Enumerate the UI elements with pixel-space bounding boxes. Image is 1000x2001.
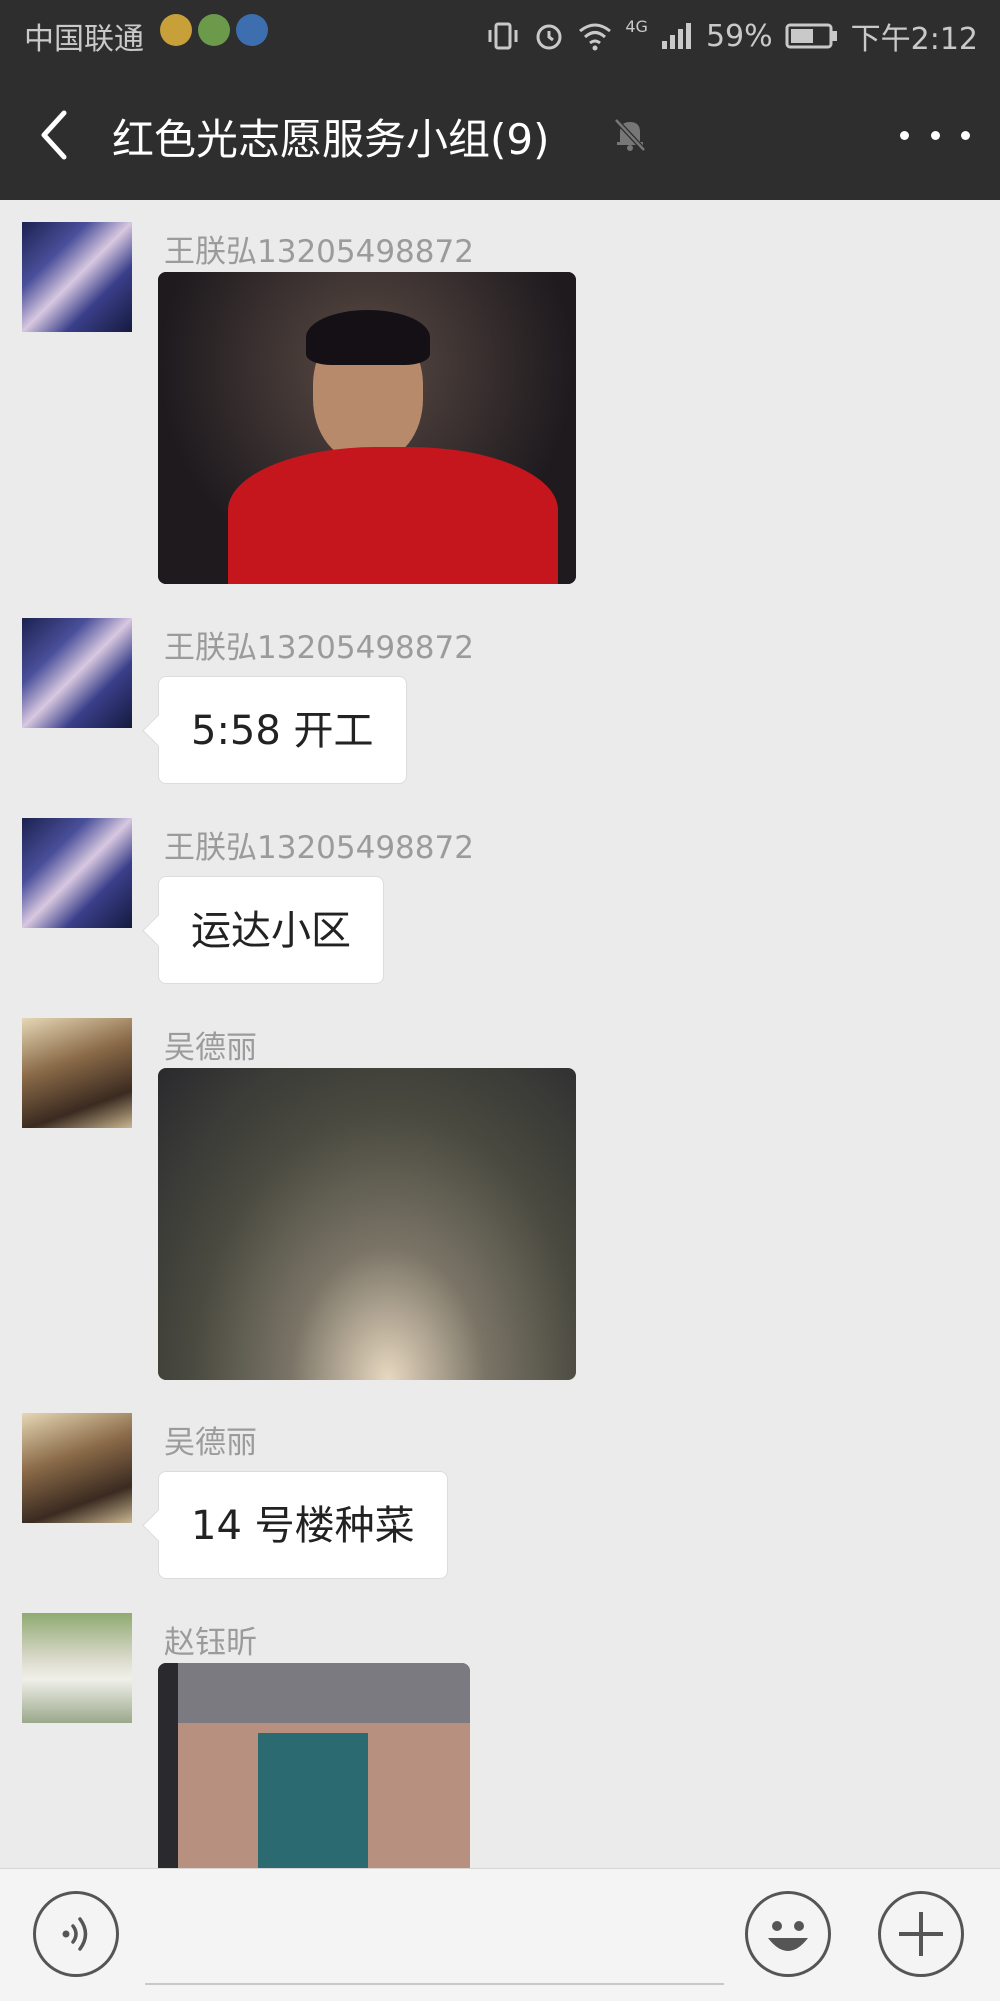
input-bar: [0, 1868, 1000, 2001]
chat-header: 红色光志愿服务小组(9): [0, 70, 1000, 200]
avatar[interactable]: [22, 1613, 132, 1723]
dot-icon: [900, 130, 909, 140]
message-notification-icon: [236, 14, 268, 46]
carrier-name: 中国联通: [24, 22, 144, 57]
vibrate-icon: [488, 22, 518, 50]
avatar[interactable]: [22, 818, 132, 928]
dot-icon: [961, 130, 970, 140]
more-functions-button[interactable]: [878, 1891, 964, 1977]
emoji-button[interactable]: [745, 1891, 831, 1977]
voice-input-button[interactable]: [33, 1891, 119, 1977]
message-photo[interactable]: [158, 272, 576, 584]
avatar[interactable]: [22, 222, 132, 332]
message-photo[interactable]: [158, 1068, 576, 1380]
mail-notification-icon: [160, 14, 192, 46]
status-bar: 中国联通 4G 59% 下午2:12: [0, 0, 1000, 70]
chevron-left-icon: [41, 110, 67, 160]
battery-percent: 59%: [705, 18, 773, 54]
sender-name: 吴德丽: [164, 1030, 257, 1066]
emoji-icon: [768, 1921, 808, 1951]
signal-icon: [661, 23, 691, 49]
avatar[interactable]: [22, 618, 132, 728]
plus-icon: [899, 1912, 943, 1956]
clock: 下午2:12: [850, 22, 978, 57]
alarm-icon: [536, 24, 562, 50]
avatar[interactable]: [22, 1413, 132, 1523]
battery-icon: [785, 23, 837, 49]
message-bubble[interactable]: 运达小区: [158, 876, 384, 984]
back-button[interactable]: [30, 105, 82, 165]
more-options-button[interactable]: [900, 110, 970, 160]
notification-icons: [160, 14, 268, 46]
message-bubble[interactable]: 14 号楼种菜: [158, 1471, 448, 1579]
network-type: 4G: [625, 16, 648, 36]
chat-title: 红色光志愿服务小组(9): [112, 115, 550, 164]
message-bubble[interactable]: 5:58 开工: [158, 676, 407, 784]
sender-name: 王朕弘13205498872: [164, 234, 474, 270]
app-notification-icon: [198, 14, 230, 46]
sender-name: 王朕弘13205498872: [164, 630, 474, 666]
sender-name: 王朕弘13205498872: [164, 830, 474, 866]
message-photo[interactable]: [158, 1663, 470, 1868]
sender-name: 吴德丽: [164, 1425, 257, 1461]
dot-icon: [930, 130, 940, 140]
sender-name: 赵钰昕: [164, 1625, 257, 1661]
wifi-icon: [579, 23, 612, 51]
voice-icon: [62, 1917, 88, 1951]
avatar[interactable]: [22, 1018, 132, 1128]
message-input[interactable]: [145, 1899, 724, 1985]
mute-bell-icon: [614, 118, 646, 152]
